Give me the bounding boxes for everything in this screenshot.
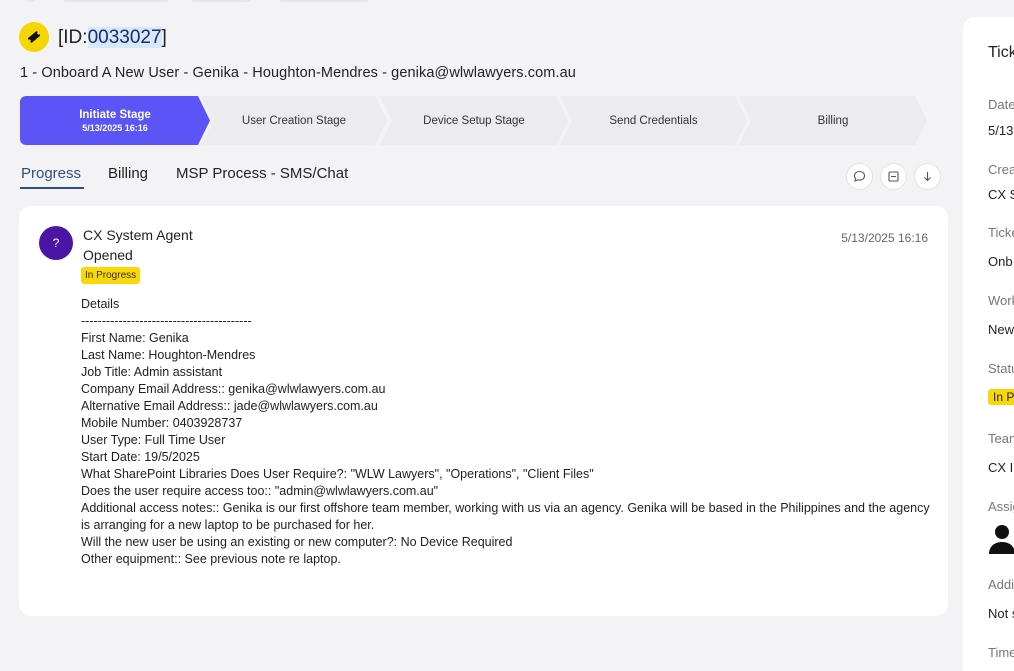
top-pill-3[interactable] (188, 0, 254, 2)
status-badge: In Progress (81, 267, 141, 284)
ticket-icon (19, 22, 49, 52)
stage-billing[interactable]: Billing (739, 96, 927, 145)
collapse-icon (888, 171, 899, 182)
field-value-created: CX S (988, 187, 1014, 202)
field-label-ticket: Ticke (988, 225, 1014, 240)
detail-line: Details (81, 297, 120, 311)
field-label-team: Tean (988, 431, 1014, 446)
tab-msp-process[interactable]: MSP Process - SMS/Chat (176, 165, 348, 182)
comment-icon (853, 170, 866, 182)
ticket-id: [ID:0033027] (58, 27, 167, 48)
top-pill-4[interactable] (276, 0, 372, 2)
detail-line: Mobile Number: 0403928737 (81, 416, 243, 430)
entry-details: Details --------------------------------… (81, 296, 931, 568)
top-pill-1[interactable] (24, 0, 38, 2)
detail-line: Additional access notes:: Genika is our … (81, 501, 930, 532)
tab-progress[interactable]: Progress (21, 165, 81, 182)
field-label-date: Date (988, 97, 1014, 112)
assignee-avatar-icon[interactable] (988, 523, 1014, 555)
agent-name: CX System Agent (83, 227, 193, 243)
field-value-date: 5/13 (988, 123, 1014, 138)
detail-line: Will the new user be using an existing o… (81, 535, 513, 549)
stage-initiate[interactable]: Initiate Stage 5/13/2025 16:16 (20, 96, 210, 145)
field-value-status[interactable]: In P (988, 389, 1014, 405)
detail-line: Last Name: Houghton-Mendres (81, 348, 256, 362)
field-label-time: Time (988, 645, 1014, 660)
stage-send-credentials[interactable]: Send Credentials (560, 96, 747, 145)
stage-bar: Billing Send Credentials Device Setup St… (20, 96, 930, 145)
field-value-ticket[interactable]: Onb (988, 254, 1013, 269)
field-label-workflow: Work (988, 293, 1014, 308)
detail-line: What SharePoint Libraries Does User Requ… (81, 467, 594, 481)
field-label-assignee: Assig (988, 499, 1014, 514)
download-button[interactable] (914, 163, 941, 190)
field-label-additional: Addi (988, 577, 1014, 592)
stage-device-setup[interactable]: Device Setup Stage (380, 96, 568, 145)
ticket-title: 1 - Onboard A New User - Genika - Hought… (20, 65, 576, 81)
arrow-down-icon (924, 172, 931, 182)
detail-line: User Type: Full Time User (81, 433, 226, 447)
detail-line: Job Title: Admin assistant (81, 365, 223, 379)
tab-progress-underline (20, 187, 84, 189)
detail-line: Alternative Email Address:: jade@wlwlawy… (81, 399, 378, 413)
entry-timestamp: 5/13/2025 16:16 (841, 231, 928, 245)
tab-billing[interactable]: Billing (108, 165, 148, 182)
activity-card: ? CX System Agent Opened In Progress 5/1… (19, 206, 948, 616)
stage-user-creation[interactable]: User Creation Stage (201, 96, 387, 145)
detail-line: Other equipment:: See previous note re l… (81, 552, 341, 566)
field-value-workflow[interactable]: New (988, 322, 1014, 337)
field-label-status: Statu (988, 361, 1014, 376)
top-pill-2[interactable] (60, 0, 172, 2)
detail-line: Does the user require access too:: "admi… (81, 484, 439, 498)
detail-line: Start Date: 19/5/2025 (81, 450, 200, 464)
stage-initiate-label: Initiate Stage (79, 108, 151, 121)
stage-initiate-date: 5/13/2025 16:16 (82, 122, 148, 133)
collapse-button[interactable] (880, 163, 907, 190)
panel-heading: Tick (988, 44, 1014, 61)
ticket-info-panel: Tick Date 5/13 Crea CX S Ticke Onb Work … (963, 17, 1014, 671)
avatar[interactable]: ? (39, 226, 73, 260)
ticket-id-number[interactable]: 0033027 (87, 27, 162, 48)
field-value-team[interactable]: CX I (988, 460, 1013, 475)
entry-status: Opened (83, 247, 133, 263)
detail-line: First Name: Genika (81, 331, 189, 345)
detail-line: ----------------------------------------… (81, 314, 252, 328)
detail-line: Company Email Address:: genika@wlwlawyer… (81, 382, 386, 396)
field-label-created: Crea (988, 162, 1014, 177)
field-value-additional[interactable]: Not s (988, 606, 1014, 621)
comment-button[interactable] (846, 163, 873, 190)
